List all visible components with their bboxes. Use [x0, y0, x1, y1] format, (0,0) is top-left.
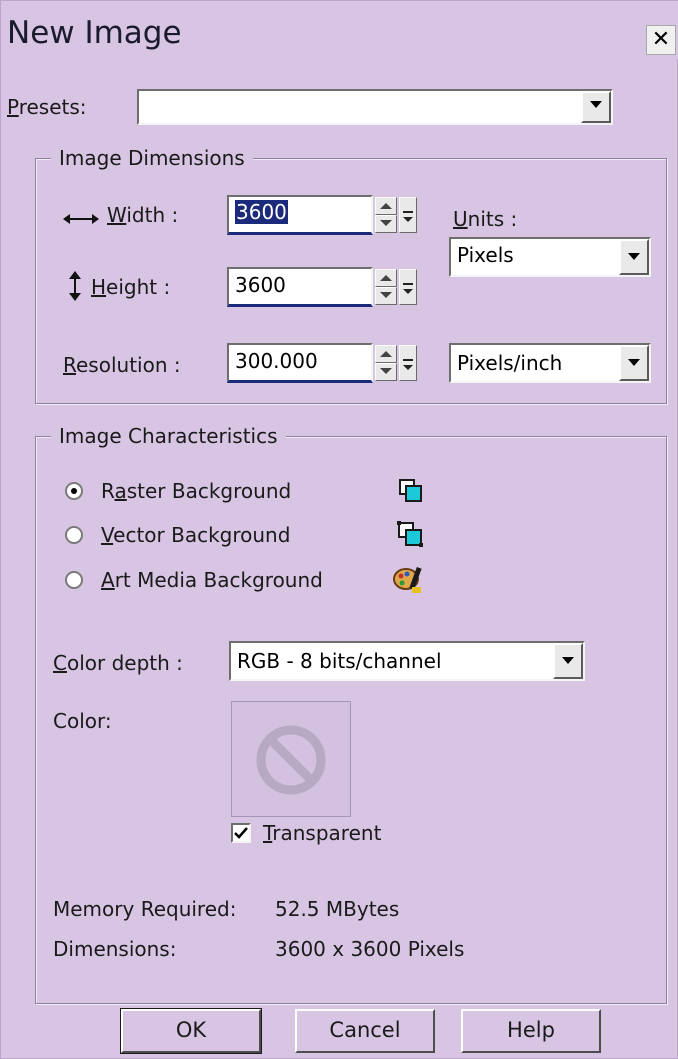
- width-spin-up[interactable]: [375, 197, 397, 215]
- vector-background-label[interactable]: Vector Background: [101, 523, 290, 547]
- height-spin-down[interactable]: [375, 287, 397, 305]
- resolution-input[interactable]: 300.000: [227, 343, 373, 383]
- image-dimensions-legend: Image Dimensions: [51, 146, 253, 170]
- arrow-up-icon: [380, 203, 392, 209]
- arrow-down-icon: [380, 220, 392, 226]
- chevron-down-icon: [628, 253, 640, 260]
- arrow-up-icon: [380, 275, 392, 281]
- chevron-down-icon: [590, 101, 602, 108]
- color-depth-label: Color depth :: [53, 651, 183, 675]
- image-characteristics-legend: Image Characteristics: [51, 424, 286, 448]
- vector-layer-icon: [397, 521, 425, 555]
- arrow-up-icon: [380, 351, 392, 357]
- presets-dropdown-arrow[interactable]: [581, 91, 611, 123]
- art-media-layer-icon: [393, 563, 425, 599]
- resolution-value: 300.000: [235, 349, 318, 373]
- memory-required-label: Memory Required:: [53, 897, 237, 921]
- resolution-units-dropdown-arrow[interactable]: [619, 345, 649, 381]
- height-preset-dropdown[interactable]: [399, 269, 417, 305]
- window-title: New Image: [7, 15, 182, 51]
- width-preset-dropdown[interactable]: [399, 197, 417, 233]
- raster-background-label[interactable]: Raster Background: [101, 479, 291, 503]
- width-label: Width :: [107, 203, 179, 227]
- resolution-spin-down[interactable]: [375, 363, 397, 381]
- width-input[interactable]: 3600: [227, 195, 373, 235]
- height-value: 3600: [235, 273, 286, 297]
- units-label: Units :: [453, 207, 518, 231]
- chevron-down-icon: [403, 211, 413, 222]
- chevron-down-icon: [403, 359, 413, 370]
- height-spinner[interactable]: [375, 269, 397, 305]
- color-depth-dropdown-arrow[interactable]: [553, 643, 583, 679]
- units-value: Pixels: [457, 243, 514, 267]
- dimensions-label: Dimensions:: [53, 937, 177, 961]
- width-arrows-icon: [63, 209, 99, 228]
- arrow-down-icon: [380, 292, 392, 298]
- resolution-spinner[interactable]: [375, 345, 397, 381]
- color-depth-dropdown[interactable]: RGB - 8 bits/channel: [229, 641, 585, 681]
- dimensions-value: 3600 x 3600 Pixels: [275, 937, 465, 961]
- width-spinner[interactable]: [375, 197, 397, 233]
- new-image-dialog: New Image ✕ Presets: Image Dimensions Wi…: [0, 0, 678, 1059]
- width-value: 3600: [235, 200, 288, 224]
- title-bar: New Image ✕: [1, 1, 678, 59]
- resolution-label: Resolution :: [63, 353, 181, 377]
- ok-button[interactable]: OK: [120, 1008, 262, 1054]
- help-button[interactable]: Help: [461, 1009, 601, 1053]
- transparent-checkbox[interactable]: [231, 823, 251, 843]
- presets-dropdown[interactable]: [137, 89, 613, 125]
- height-spin-up[interactable]: [375, 269, 397, 287]
- raster-layer-icon: [399, 479, 423, 509]
- memory-required-value: 52.5 MBytes: [275, 897, 400, 921]
- transparent-label[interactable]: Transparent: [263, 821, 381, 845]
- height-input[interactable]: 3600: [227, 267, 373, 307]
- close-button[interactable]: ✕: [646, 25, 676, 55]
- chevron-down-icon: [562, 657, 574, 664]
- height-label: Height :: [91, 275, 171, 299]
- no-color-icon: [256, 725, 326, 795]
- cancel-button[interactable]: Cancel: [295, 1009, 435, 1053]
- color-depth-value: RGB - 8 bits/channel: [237, 649, 442, 673]
- resolution-preset-dropdown[interactable]: [399, 345, 417, 381]
- width-spin-down[interactable]: [375, 215, 397, 233]
- close-icon: ✕: [651, 27, 671, 52]
- vector-background-radio[interactable]: [65, 526, 83, 544]
- chevron-down-icon: [628, 359, 640, 366]
- checkmark-icon: [234, 827, 248, 839]
- art-media-background-label[interactable]: Art Media Background: [101, 568, 323, 592]
- resolution-units-dropdown[interactable]: Pixels/inch: [449, 343, 651, 383]
- units-dropdown[interactable]: Pixels: [449, 237, 651, 277]
- art-media-background-radio[interactable]: [65, 571, 83, 589]
- raster-background-radio[interactable]: [65, 482, 83, 500]
- chevron-down-icon: [403, 283, 413, 294]
- arrow-down-icon: [380, 368, 392, 374]
- resolution-spin-up[interactable]: [375, 345, 397, 363]
- height-arrows-icon: [69, 271, 81, 305]
- color-swatch[interactable]: [231, 701, 351, 817]
- presets-label: Presets:: [7, 95, 87, 119]
- color-label: Color:: [53, 709, 112, 733]
- resolution-units-value: Pixels/inch: [457, 351, 563, 375]
- units-dropdown-arrow[interactable]: [619, 239, 649, 275]
